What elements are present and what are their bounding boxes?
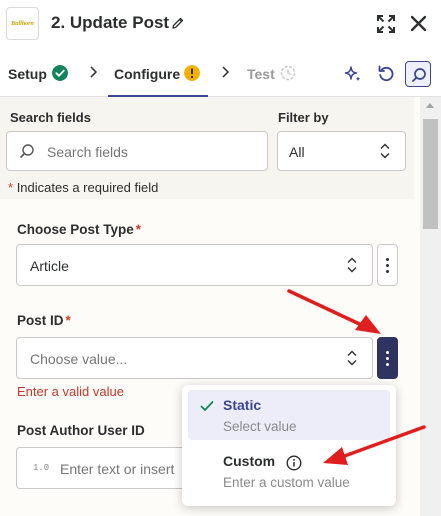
tab-test[interactable]: Test <box>247 66 275 82</box>
author-placeholder: Enter text or insert <box>60 461 175 477</box>
more-dot <box>386 258 389 261</box>
required-star: * <box>8 180 14 195</box>
menu-option-custom[interactable]: Custom Enter a custom value <box>188 446 390 496</box>
menu-option-title: Custom <box>223 453 276 469</box>
search-fields-label: Search fields <box>10 110 91 125</box>
tab-setup[interactable]: Setup <box>8 66 47 82</box>
more-dot <box>386 351 389 354</box>
post-type-more-button[interactable] <box>377 244 398 286</box>
scroll-up-arrow-icon[interactable] <box>426 103 434 108</box>
number-type-badge: 1.0 <box>33 463 50 473</box>
app-logo: Bullhorn <box>6 7 39 40</box>
updown-chevron-icon <box>347 257 357 273</box>
value-mode-menu: Static Select value Custom Enter a custo… <box>182 385 396 506</box>
filter-by-label: Filter by <box>278 110 329 125</box>
more-dot <box>386 264 389 267</box>
field-filter-area: Search fields Filter by Search fields Al… <box>0 97 414 199</box>
search-icon <box>412 68 426 82</box>
search-icon <box>20 144 34 158</box>
post-id-label: Post ID * <box>17 313 71 328</box>
post-type-select[interactable]: Article <box>16 244 373 286</box>
author-label: Post Author User ID <box>17 423 145 438</box>
post-type-value: Article <box>30 258 69 274</box>
warning-icon <box>184 65 200 81</box>
check-circle-icon <box>52 65 68 81</box>
clock-icon <box>280 65 296 81</box>
required-note: * Indicates a required field <box>8 180 158 195</box>
post-id-label-text: Post ID <box>17 313 64 328</box>
post-type-label: Choose Post Type * <box>17 222 141 237</box>
required-note-text: Indicates a required field <box>16 180 159 195</box>
more-dot <box>386 270 389 273</box>
menu-option-description: Select value <box>223 419 297 434</box>
search-panel-button[interactable] <box>405 61 431 87</box>
post-id-select[interactable]: Choose value... <box>16 337 373 379</box>
undo-icon[interactable] <box>377 64 395 82</box>
updown-chevron-icon <box>380 143 390 159</box>
post-id-error: Enter a valid value <box>17 384 124 399</box>
filter-by-select[interactable]: All <box>277 131 406 171</box>
step-title: 2. Update Post <box>51 13 170 32</box>
tab-configure[interactable]: Configure <box>114 66 180 82</box>
more-dot <box>386 357 389 360</box>
chevron-right-icon <box>222 66 230 78</box>
more-dot <box>386 363 389 366</box>
menu-option-title: Static <box>223 397 262 413</box>
info-icon[interactable] <box>286 455 302 471</box>
search-placeholder: Search fields <box>47 144 128 160</box>
menu-option-description: Enter a custom value <box>223 475 350 490</box>
close-icon[interactable] <box>410 15 427 32</box>
scrollbar[interactable] <box>420 97 441 516</box>
required-star: * <box>135 222 142 237</box>
step-header: Bullhorn 2. Update Post <box>0 0 441 52</box>
required-star: * <box>65 313 71 328</box>
search-fields-input[interactable]: Search fields <box>6 131 268 171</box>
updown-chevron-icon <box>347 350 357 366</box>
pencil-icon[interactable] <box>171 16 185 30</box>
scroll-thumb[interactable] <box>423 119 438 229</box>
expand-icon[interactable] <box>377 15 395 33</box>
logo-text: Bullhorn <box>11 20 34 27</box>
chevron-right-icon <box>90 66 98 78</box>
post-id-placeholder: Choose value... <box>30 351 128 367</box>
post-type-label-text: Choose Post Type <box>17 222 134 237</box>
menu-option-static[interactable]: Static Select value <box>188 390 390 440</box>
check-icon <box>200 401 214 411</box>
filter-value: All <box>289 144 305 160</box>
post-id-more-button[interactable] <box>377 337 398 379</box>
sparkle-icon[interactable] <box>344 65 362 83</box>
